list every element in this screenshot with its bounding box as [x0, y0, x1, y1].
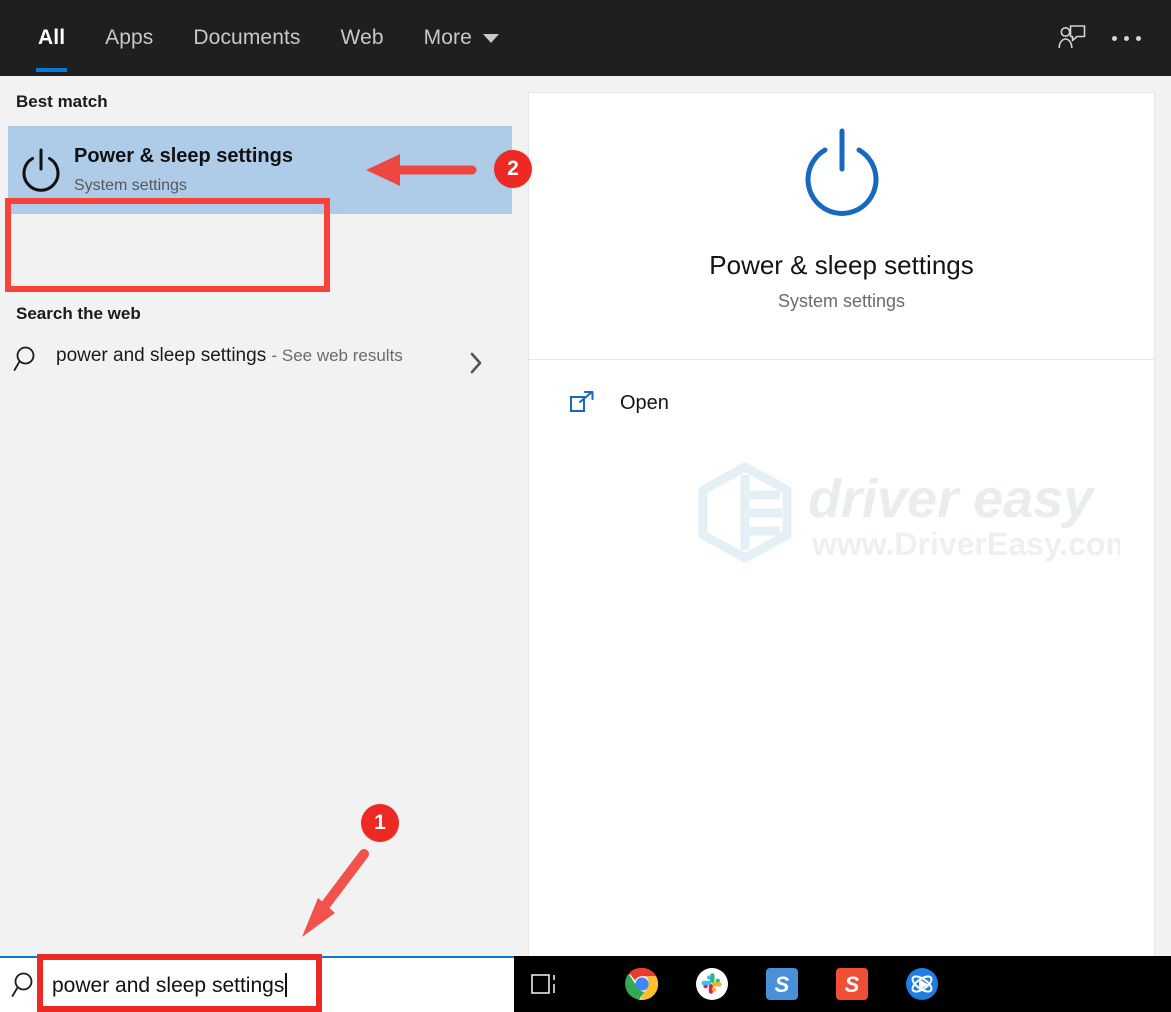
driver-easy-taskbar-icon [906, 968, 938, 1000]
chevron-down-icon [482, 33, 499, 43]
tab-web-label: Web [340, 26, 384, 49]
search-the-web-heading: Search the web [16, 304, 141, 323]
snagit-icon: S [836, 968, 868, 1000]
best-match-result[interactable]: Power & sleep settings System settings [8, 126, 512, 214]
chrome-icon [625, 967, 659, 1001]
tab-documents[interactable]: Documents [173, 0, 320, 76]
snagit-editor-icon: S [766, 968, 798, 1000]
preview-title: Power & sleep settings [709, 250, 974, 280]
svg-text:S: S [775, 972, 790, 997]
more-options-ellipsis-icon [1111, 35, 1141, 41]
header-actions [1045, 11, 1171, 65]
svg-text:S: S [845, 972, 860, 997]
search-header: All Apps Documents Web More [0, 0, 1171, 76]
tab-documents-label: Documents [193, 26, 301, 49]
chevron-right-icon [470, 352, 482, 374]
search-the-web-section: Search the web power and sleep settings … [0, 304, 528, 412]
preview-icon-wrap [794, 125, 890, 226]
web-search-icon-wrap [0, 342, 56, 374]
open-external-icon [570, 391, 594, 412]
taskbar-app-snagit[interactable]: S [828, 956, 876, 1012]
web-search-result[interactable]: power and sleep settings - See web resul… [0, 324, 528, 412]
best-match-text: Power & sleep settings System settings [74, 143, 293, 197]
open-action-label: Open [620, 391, 669, 414]
web-search-label: power and sleep settings - See web resul… [56, 342, 403, 371]
taskbar-search-box[interactable]: power and sleep settings [0, 956, 514, 1012]
best-match-title: Power & sleep settings [74, 144, 293, 167]
preview-card: Power & sleep settings System settings [528, 92, 1155, 360]
search-icon [13, 346, 35, 371]
tab-apps-label: Apps [105, 26, 154, 49]
search-input[interactable]: power and sleep settings [52, 973, 288, 997]
taskbar: power and sleep settings S S [0, 956, 1171, 1012]
power-icon [805, 128, 878, 216]
web-search-chevron-button[interactable] [466, 350, 486, 381]
feedback-person-icon [1058, 25, 1086, 49]
text-caret [285, 973, 288, 997]
open-action[interactable]: Open [529, 360, 1154, 416]
tab-all-label: All [38, 26, 66, 49]
tab-more-label: More [423, 26, 472, 49]
slack-icon [696, 968, 728, 1000]
taskbar-app-snagit-editor[interactable]: S [758, 956, 806, 1012]
task-view-button[interactable] [514, 971, 576, 997]
power-icon [22, 148, 60, 192]
best-match-subtitle: System settings [74, 176, 187, 194]
windows-search-screen: All Apps Documents Web More Best match P… [0, 0, 1171, 1012]
tab-more[interactable]: More [404, 0, 519, 76]
best-match-icon-wrap [8, 146, 74, 194]
tab-apps[interactable]: Apps [85, 0, 173, 76]
taskbar-app-chrome[interactable] [618, 956, 666, 1012]
preview-actions: Open [528, 360, 1155, 980]
feedback-button[interactable] [1045, 11, 1099, 65]
taskbar-app-driver-easy[interactable] [898, 956, 946, 1012]
search-icon [11, 972, 33, 997]
search-filter-tabs: All Apps Documents Web More [18, 0, 519, 76]
more-options-button[interactable] [1099, 11, 1153, 65]
best-match-heading: Best match [16, 92, 108, 111]
tab-web[interactable]: Web [321, 0, 404, 76]
annotation-badge-2: 2 [494, 150, 532, 188]
web-search-query: power and sleep settings [56, 345, 267, 366]
web-search-suffix: - See web results [271, 346, 403, 365]
preview-pane: Power & sleep settings System settings O… [528, 76, 1171, 980]
results-pane: Best match Power & sleep settings System… [0, 76, 528, 956]
task-view-icon [531, 974, 555, 994]
taskbar-app-slack[interactable] [688, 956, 736, 1012]
annotation-badge-1: 1 [361, 804, 399, 842]
taskbar-search-icon-wrap [0, 970, 52, 1000]
tab-all[interactable]: All [18, 0, 85, 76]
preview-subtitle: System settings [777, 291, 906, 311]
search-input-value: power and sleep settings [52, 974, 285, 997]
